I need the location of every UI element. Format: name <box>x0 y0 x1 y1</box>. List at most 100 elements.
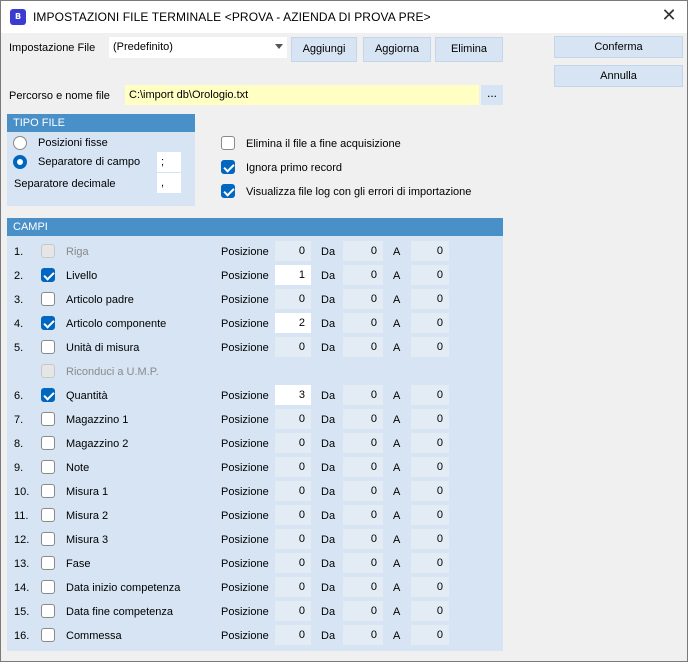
posizione-input[interactable]: 0 <box>275 481 311 501</box>
separatore-campo-radio[interactable] <box>13 155 27 169</box>
close-icon[interactable]: ✕ <box>657 5 681 29</box>
campo-checkbox[interactable] <box>41 460 55 474</box>
da-input[interactable]: 0 <box>343 481 383 501</box>
campo-checkbox[interactable] <box>41 436 55 450</box>
da-input[interactable]: 0 <box>343 601 383 621</box>
a-input[interactable]: 0 <box>411 457 449 477</box>
chevron-down-icon[interactable] <box>275 44 283 49</box>
posizione-input[interactable]: 0 <box>275 241 311 261</box>
a-label: A <box>393 606 401 618</box>
campo-number: 13. <box>14 558 30 570</box>
browse-button[interactable]: ... <box>481 85 503 105</box>
posizione-input[interactable]: 0 <box>275 577 311 597</box>
percorso-input[interactable]: C:\import db\Orologio.txt <box>125 85 479 105</box>
separatore-campo-input[interactable]: ; <box>157 152 181 172</box>
impostazione-dropdown[interactable]: (Predefinito) <box>109 37 287 58</box>
posizioni-fisse-radio[interactable] <box>13 136 27 150</box>
da-input[interactable]: 0 <box>343 505 383 525</box>
elimina-button[interactable]: Elimina <box>435 37 503 62</box>
campo-checkbox[interactable] <box>41 604 55 618</box>
da-input[interactable]: 0 <box>343 433 383 453</box>
posizione-input[interactable]: 1 <box>275 265 311 285</box>
aggiungi-button[interactable]: Aggiungi <box>291 37 357 62</box>
campo-row: 2. Livello Posizione 1 Da 0 A 0 <box>7 264 503 288</box>
posizione-input[interactable]: 0 <box>275 433 311 453</box>
visualizza-log-checkbox[interactable] <box>221 184 235 198</box>
posizione-input[interactable]: 3 <box>275 385 311 405</box>
posizione-input[interactable]: 0 <box>275 625 311 645</box>
campo-checkbox[interactable] <box>41 556 55 570</box>
a-input[interactable]: 0 <box>411 241 449 261</box>
a-input[interactable]: 0 <box>411 313 449 333</box>
a-label: A <box>393 558 401 570</box>
campo-checkbox[interactable] <box>41 388 55 402</box>
a-label: A <box>393 510 401 522</box>
posizione-input[interactable]: 0 <box>275 337 311 357</box>
da-input[interactable]: 0 <box>343 529 383 549</box>
a-input[interactable]: 0 <box>411 481 449 501</box>
a-input[interactable]: 0 <box>411 409 449 429</box>
posizione-input[interactable]: 0 <box>275 457 311 477</box>
a-input[interactable]: 0 <box>411 577 449 597</box>
posizione-label: Posizione <box>221 414 269 426</box>
elimina-file-checkbox[interactable] <box>221 136 235 150</box>
posizione-input[interactable]: 0 <box>275 289 311 309</box>
a-input[interactable]: 0 <box>411 265 449 285</box>
campo-name: Magazzino 2 <box>66 438 129 450</box>
a-input[interactable]: 0 <box>411 289 449 309</box>
conferma-button[interactable]: Conferma <box>554 36 683 58</box>
posizione-input[interactable]: 0 <box>275 553 311 573</box>
da-input[interactable]: 0 <box>343 385 383 405</box>
da-input[interactable]: 0 <box>343 553 383 573</box>
da-input[interactable]: 0 <box>343 625 383 645</box>
a-input[interactable]: 0 <box>411 433 449 453</box>
separatore-decimale-input[interactable]: , <box>157 173 181 193</box>
a-input[interactable]: 0 <box>411 625 449 645</box>
da-input[interactable]: 0 <box>343 577 383 597</box>
a-input[interactable]: 0 <box>411 385 449 405</box>
posizione-label: Posizione <box>221 462 269 474</box>
campo-checkbox[interactable] <box>41 316 55 330</box>
campo-number: 4. <box>14 318 24 330</box>
posizione-input[interactable]: 0 <box>275 529 311 549</box>
a-input[interactable]: 0 <box>411 553 449 573</box>
posizioni-fisse-label: Posizioni fisse <box>38 137 108 149</box>
da-input[interactable]: 0 <box>343 289 383 309</box>
a-input[interactable]: 0 <box>411 337 449 357</box>
posizione-input[interactable]: 0 <box>275 505 311 525</box>
percorso-label: Percorso e nome file <box>9 90 110 102</box>
da-input[interactable]: 0 <box>343 457 383 477</box>
impostazione-label: Impostazione File <box>9 42 96 54</box>
posizione-input[interactable]: 2 <box>275 313 311 333</box>
a-input[interactable]: 0 <box>411 505 449 525</box>
da-label: Da <box>321 606 336 618</box>
posizione-input[interactable]: 0 <box>275 601 311 621</box>
campo-checkbox[interactable] <box>41 340 55 354</box>
da-input[interactable]: 0 <box>343 265 383 285</box>
da-label: Da <box>321 342 336 354</box>
campo-checkbox[interactable] <box>41 532 55 546</box>
da-input[interactable]: 0 <box>343 241 383 261</box>
campo-checkbox[interactable] <box>41 508 55 522</box>
da-label: Da <box>321 558 336 570</box>
annulla-button[interactable]: Annulla <box>554 65 683 87</box>
campo-checkbox[interactable] <box>41 484 55 498</box>
a-input[interactable]: 0 <box>411 601 449 621</box>
campo-checkbox[interactable] <box>41 628 55 642</box>
window-title: IMPOSTAZIONI FILE TERMINALE <PROVA - AZI… <box>33 10 431 24</box>
da-input[interactable]: 0 <box>343 409 383 429</box>
da-input[interactable]: 0 <box>343 313 383 333</box>
campo-checkbox[interactable] <box>41 292 55 306</box>
campi-header: CAMPI <box>7 218 503 236</box>
da-input[interactable]: 0 <box>343 337 383 357</box>
posizione-input[interactable]: 0 <box>275 409 311 429</box>
impostazione-value: (Predefinito) <box>113 41 173 53</box>
campo-checkbox[interactable] <box>41 412 55 426</box>
campo-number: 5. <box>14 342 24 354</box>
a-input[interactable]: 0 <box>411 529 449 549</box>
campo-row: 7. Magazzino 1 Posizione 0 Da 0 A 0 <box>7 408 503 432</box>
campo-checkbox[interactable] <box>41 580 55 594</box>
ignora-primo-checkbox[interactable] <box>221 160 235 174</box>
aggiorna-button[interactable]: Aggiorna <box>363 37 431 62</box>
campo-checkbox[interactable] <box>41 268 55 282</box>
